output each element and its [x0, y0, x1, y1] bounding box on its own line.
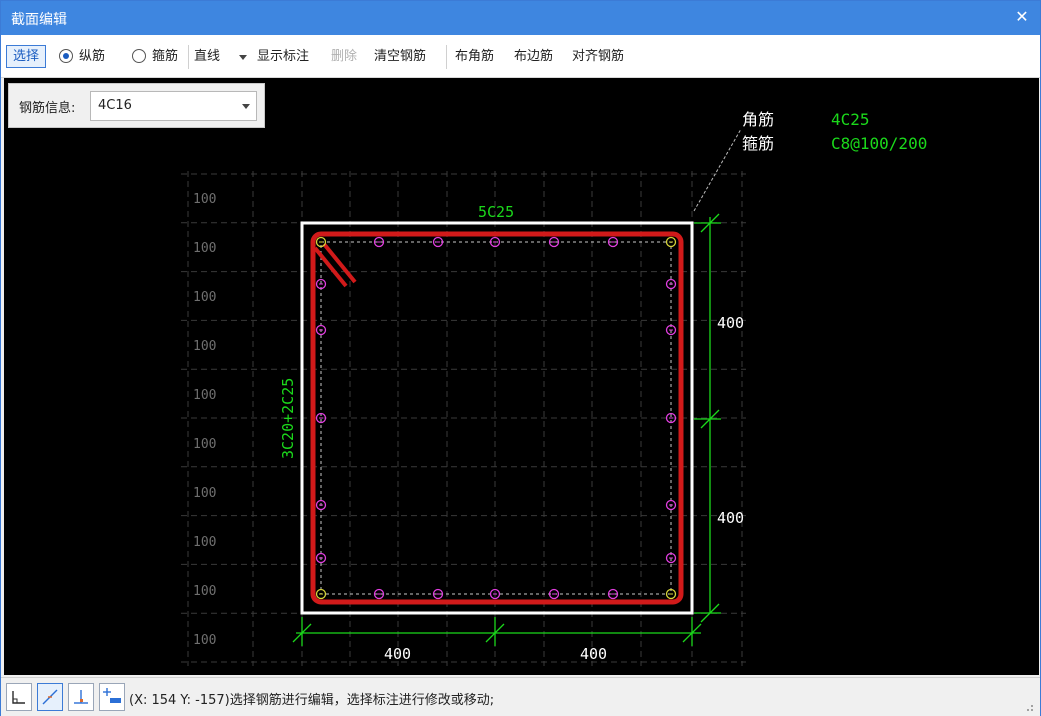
grid-spacing-label: 100	[193, 339, 216, 354]
legend-corner-name: 角筋	[742, 110, 774, 129]
chevron-down-icon[interactable]	[242, 104, 250, 109]
window-title: 截面编辑	[11, 12, 67, 28]
dim-text-bottom-right[interactable]: 400	[580, 645, 607, 663]
grid	[181, 171, 746, 666]
delete-button[interactable]: 删除	[331, 47, 357, 67]
line-type-dropdown[interactable]: 直线	[194, 47, 220, 67]
leader-line	[693, 128, 742, 212]
status-bar: (X: 154 Y: -157)选择钢筋进行编辑，选择标注进行修改或移动;	[1, 677, 1040, 716]
legend-stirrup-value[interactable]: C8@100/200	[831, 134, 927, 153]
toolbar: 选择 纵筋 箍筋 直线 显示标注 删除 清空钢筋 布角筋 布边筋 对齐钢筋	[1, 35, 1040, 78]
chevron-down-icon[interactable]	[239, 55, 247, 60]
dimension-lines	[292, 213, 721, 646]
add-point-glyph	[103, 688, 121, 703]
radio-stirrup-label[interactable]: 箍筋	[152, 47, 178, 67]
top-rebar-label[interactable]: 5C25	[478, 203, 514, 221]
resize-grip-icon[interactable]	[1024, 702, 1034, 712]
ortho-mode-glyph	[12, 691, 25, 704]
grid-spacing-label: 100	[193, 192, 216, 207]
dim-text-right-top[interactable]: 400	[717, 314, 744, 332]
align-rebar-button[interactable]: 对齐钢筋	[572, 47, 624, 67]
section-drawing: 100 100 100 100 100 100 100 100 100 100 5C25 3C20…	[181, 110, 927, 666]
ortho-mode-icon[interactable]	[6, 683, 32, 711]
rebar-info-panel: 钢筋信息: 4C16	[8, 83, 265, 128]
title-bar: 截面编辑 ✕	[1, 1, 1040, 35]
grid-spacing-label: 100	[193, 633, 216, 648]
snap-line-glyph	[42, 689, 58, 705]
select-button[interactable]: 选择	[6, 45, 46, 68]
status-text: (X: 154 Y: -157)选择钢筋进行编辑，选择标注进行修改或移动;	[129, 693, 495, 708]
add-point-icon[interactable]	[99, 683, 125, 711]
section-editor-window: 截面编辑 ✕ 选择 纵筋 箍筋 直线 显示标注 删除 清空钢筋 布角筋 布边筋 …	[0, 0, 1041, 716]
radio-stirrup[interactable]	[132, 49, 146, 63]
grid-spacing-label: 100	[193, 241, 216, 256]
radio-selected-dot	[63, 53, 69, 59]
grid-spacing-label: 100	[193, 388, 216, 403]
radio-longitudinal-label[interactable]: 纵筋	[79, 47, 105, 67]
clear-rebar-button[interactable]: 清空钢筋	[374, 47, 426, 67]
show-annotation-button[interactable]: 显示标注	[257, 47, 309, 67]
perpendicular-glyph	[74, 690, 88, 704]
rebar-info-select[interactable]: 4C16	[90, 91, 257, 121]
snap-line-icon[interactable]	[37, 683, 63, 711]
toolbar-separator	[188, 45, 189, 69]
rebar-info-value: 4C16	[98, 98, 132, 113]
side-rebar-label[interactable]: 3C20+2C25	[279, 378, 297, 459]
legend-corner-value[interactable]: 4C25	[831, 110, 870, 129]
toolbar-separator	[446, 45, 447, 69]
dim-text-bottom-left[interactable]: 400	[384, 645, 411, 663]
radio-longitudinal[interactable]	[59, 49, 73, 63]
grid-labels: 100 100 100 100 100 100 100 100 100 100	[193, 192, 216, 648]
grid-spacing-label: 100	[193, 486, 216, 501]
grid-spacing-label: 100	[193, 437, 216, 452]
grid-spacing-label: 100	[193, 290, 216, 305]
rebar-info-label: 钢筋信息:	[19, 101, 76, 116]
legend-stirrup-name: 箍筋	[742, 134, 774, 153]
dim-text-right-bottom[interactable]: 400	[717, 509, 744, 527]
place-edge-rebar-button[interactable]: 布边筋	[514, 47, 553, 67]
perpendicular-icon[interactable]	[68, 683, 94, 711]
close-icon[interactable]: ✕	[1012, 7, 1032, 27]
grid-spacing-label: 100	[193, 535, 216, 550]
place-corner-rebar-button[interactable]: 布角筋	[455, 47, 494, 67]
drawing-canvas[interactable]: 100 100 100 100 100 100 100 100 100 100	[4, 78, 1039, 675]
grid-spacing-label: 100	[193, 584, 216, 599]
